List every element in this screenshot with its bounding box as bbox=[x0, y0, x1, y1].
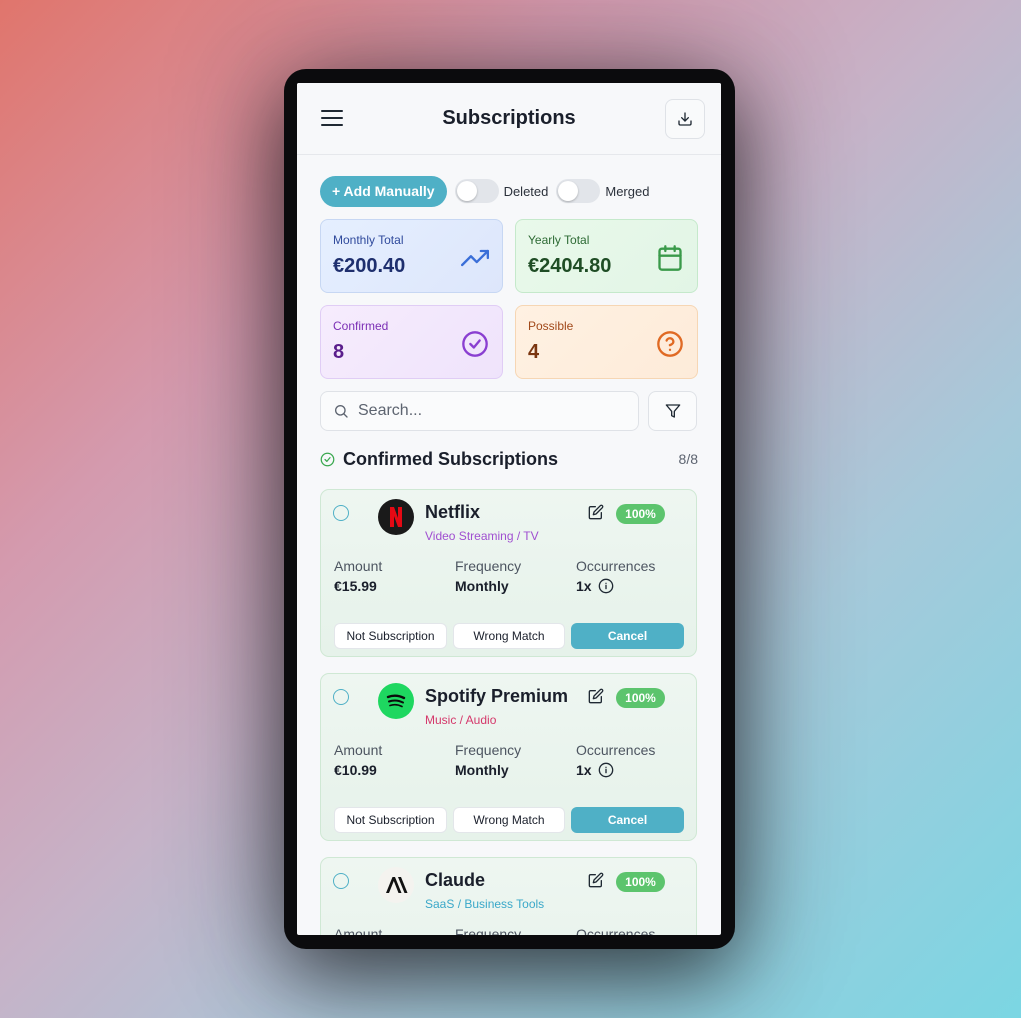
confidence-badge: 100% bbox=[616, 872, 665, 892]
edit-icon[interactable] bbox=[588, 872, 604, 888]
stat-monthly-total: Monthly Total €200.40 bbox=[320, 219, 503, 293]
section-header: Confirmed Subscriptions 8/8 bbox=[320, 447, 698, 471]
check-circle-icon bbox=[320, 452, 335, 466]
frequency-value: Monthly bbox=[455, 762, 509, 778]
search-row bbox=[320, 391, 698, 431]
confidence-badge: 100% bbox=[616, 504, 665, 524]
section-title: Confirmed Subscriptions bbox=[343, 448, 559, 469]
toggle-deleted-label: Deleted bbox=[503, 183, 549, 199]
stats-grid: Monthly Total €200.40 Yearly Total €2404… bbox=[320, 219, 698, 379]
device-frame: Subscriptions + Add Manually Deleted Mer… bbox=[284, 69, 735, 949]
page-title: Subscriptions bbox=[442, 107, 576, 129]
edit-icon[interactable] bbox=[588, 688, 604, 704]
toggle-merged-label: Merged bbox=[605, 183, 650, 199]
deleted-switch[interactable] bbox=[454, 179, 499, 203]
cancel-button[interactable]: Cancel bbox=[571, 807, 684, 833]
claude-logo bbox=[378, 867, 414, 903]
trending-up-icon bbox=[461, 249, 489, 267]
section-count: 8/8 bbox=[678, 451, 698, 467]
not-subscription-button[interactable]: Not Subscription bbox=[334, 623, 447, 649]
subscription-name: Netflix bbox=[425, 502, 481, 522]
wrong-match-button[interactable]: Wrong Match bbox=[453, 623, 565, 649]
check-circle-icon bbox=[462, 331, 488, 357]
stat-possible: Possible 4 bbox=[515, 305, 698, 379]
amount-value: €10.99 bbox=[334, 762, 377, 778]
help-circle-icon bbox=[657, 331, 683, 357]
subscription-category: Music / Audio bbox=[425, 713, 497, 727]
download-icon bbox=[678, 112, 692, 126]
toggle-merged[interactable]: Merged bbox=[556, 179, 649, 203]
spotify-logo bbox=[378, 683, 414, 719]
subscription-card: Netflix Video Streaming / TV 100% Amount… bbox=[320, 489, 697, 657]
top-bar: Subscriptions bbox=[297, 83, 721, 155]
controls-row: + Add Manually Deleted Merged bbox=[320, 175, 698, 207]
subscription-list: Netflix Video Streaming / TV 100% Amount… bbox=[320, 489, 698, 935]
select-radio[interactable] bbox=[333, 689, 349, 705]
filter-icon bbox=[665, 404, 680, 418]
stat-yearly-total: Yearly Total €2404.80 bbox=[515, 219, 698, 293]
subscription-card: Claude SaaS / Business Tools 100% Amount… bbox=[320, 857, 697, 935]
occurrences-label: Occurrences bbox=[576, 558, 656, 574]
subscription-card: Spotify Premium Music / Audio 100% Amoun… bbox=[320, 673, 697, 841]
amount-label: Amount bbox=[334, 558, 383, 574]
occurrences-count: 1x bbox=[576, 762, 592, 778]
occurrences-value: 1x bbox=[576, 578, 614, 594]
download-button[interactable] bbox=[665, 99, 705, 139]
subscription-category: SaaS / Business Tools bbox=[425, 897, 545, 911]
info-icon[interactable] bbox=[598, 762, 614, 778]
edit-icon[interactable] bbox=[588, 504, 604, 520]
cancel-button[interactable]: Cancel bbox=[571, 623, 684, 649]
amount-label: Amount bbox=[334, 926, 383, 935]
add-manually-button[interactable]: + Add Manually bbox=[320, 175, 447, 207]
info-icon[interactable] bbox=[598, 578, 614, 594]
netflix-logo bbox=[378, 499, 414, 535]
subscription-name: Spotify Premium bbox=[425, 686, 569, 706]
frequency-value: Monthly bbox=[455, 578, 509, 594]
amount-label: Amount bbox=[334, 742, 383, 758]
frequency-label: Frequency bbox=[455, 558, 522, 574]
main-content: + Add Manually Deleted Merged Monthly To… bbox=[297, 155, 721, 935]
card-actions: Not Subscription Wrong Match Cancel bbox=[334, 623, 684, 649]
wrong-match-button[interactable]: Wrong Match bbox=[453, 807, 565, 833]
not-subscription-button[interactable]: Not Subscription bbox=[334, 807, 447, 833]
stat-confirmed: Confirmed 8 bbox=[320, 305, 503, 379]
select-radio[interactable] bbox=[333, 873, 349, 889]
card-actions: Not Subscription Wrong Match Cancel bbox=[334, 807, 684, 833]
occurrences-value: 1x bbox=[576, 762, 614, 778]
select-radio[interactable] bbox=[333, 505, 349, 521]
calendar-icon bbox=[658, 245, 682, 271]
occurrences-label: Occurrences bbox=[576, 926, 656, 935]
occurrences-count: 1x bbox=[576, 578, 592, 594]
occurrences-label: Occurrences bbox=[576, 742, 656, 758]
filter-button[interactable] bbox=[648, 391, 697, 431]
search-box[interactable] bbox=[320, 391, 639, 431]
subscription-category: Video Streaming / TV bbox=[425, 529, 539, 543]
frequency-label: Frequency bbox=[455, 742, 522, 758]
amount-value: €15.99 bbox=[334, 578, 377, 594]
subscription-name: Claude bbox=[425, 870, 486, 890]
search-icon bbox=[335, 405, 348, 418]
frequency-label: Frequency bbox=[455, 926, 522, 935]
app-screen: Subscriptions + Add Manually Deleted Mer… bbox=[297, 83, 721, 935]
search-input[interactable] bbox=[358, 402, 618, 420]
confidence-badge: 100% bbox=[616, 688, 665, 708]
merged-switch[interactable] bbox=[556, 179, 601, 203]
toggle-deleted[interactable]: Deleted bbox=[454, 179, 549, 203]
